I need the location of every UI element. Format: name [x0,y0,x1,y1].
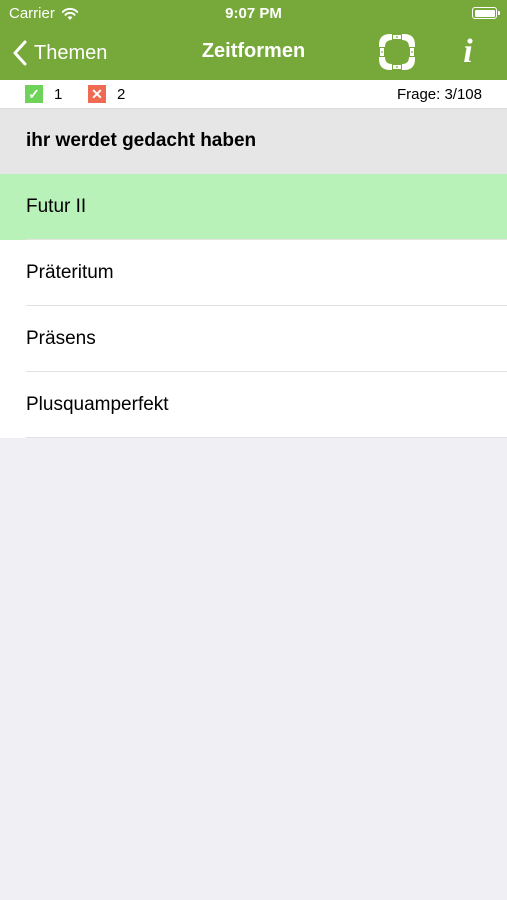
help-button[interactable] [376,31,418,73]
score-bar: ✓ 1 ✕ 2 Frage: 3/108 [0,80,507,108]
answer-label: Präteritum [26,262,114,283]
app-header: Carrier 9:07 PM Themen Zeitformen i [0,0,507,80]
answer-option-futur-ii[interactable]: Futur II [0,174,507,240]
back-button-label: Themen [34,41,108,64]
answer-label: Präsens [26,328,96,349]
divider [26,437,507,438]
wrong-score: ✕ 2 [88,85,125,103]
navigation-bar: Themen Zeitformen i [0,28,507,80]
cross-icon: ✕ [88,85,106,103]
lifebuoy-icon [379,34,415,70]
answer-label: Futur II [26,196,87,217]
checkmark-icon: ✓ [25,85,43,103]
status-time: 9:07 PM [225,5,282,22]
answer-option-praeteritum[interactable]: Präteritum [0,240,507,306]
answer-option-praesens[interactable]: Präsens [0,306,507,372]
correct-score: ✓ 1 [25,85,62,103]
back-button[interactable]: Themen [12,38,107,68]
answer-label: Plusquamperfekt [26,394,169,415]
answer-option-plusquamperfekt[interactable]: Plusquamperfekt [0,372,507,438]
status-bar: Carrier 9:07 PM [0,0,507,28]
battery-icon [472,7,500,19]
chevron-left-icon [13,40,27,66]
correct-count: 1 [54,85,63,103]
question-text: ihr werdet gedacht haben [26,130,257,151]
question-progress: Frage: 3/108 [396,86,482,103]
answer-list: Futur II Präteritum Präsens Plusquamperf… [0,174,507,438]
wrong-count: 2 [117,85,126,103]
question-prompt: ihr werdet gedacht haben [0,108,507,174]
info-button[interactable]: i [454,32,482,72]
